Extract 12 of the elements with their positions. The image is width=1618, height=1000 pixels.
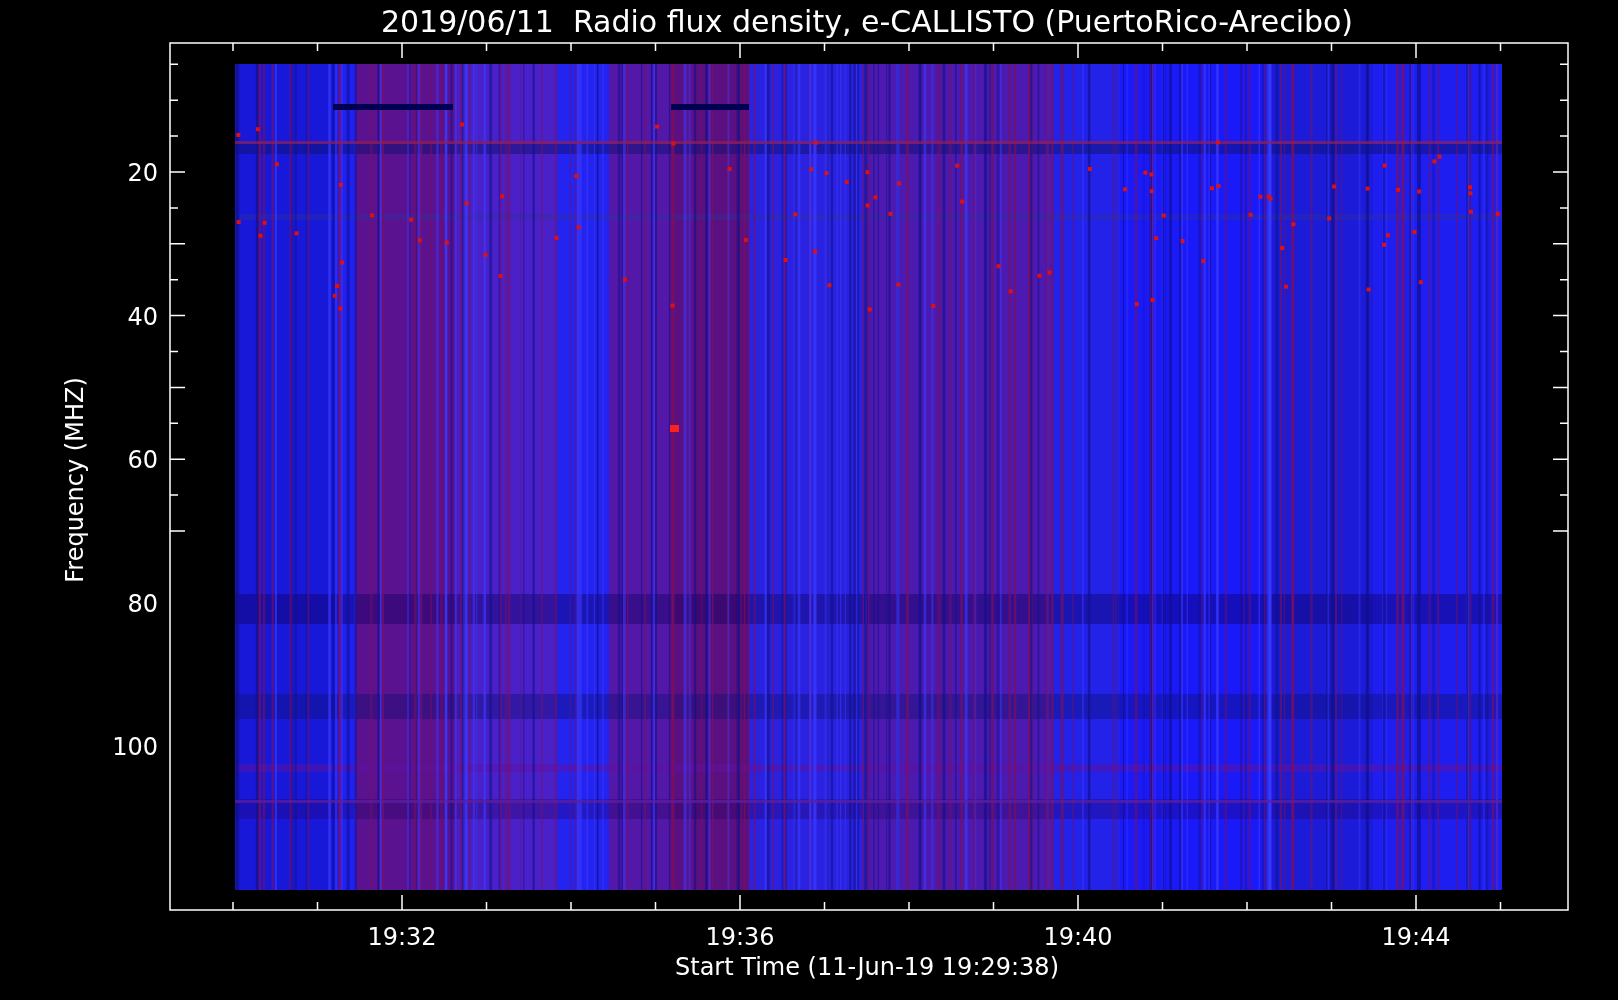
y-tick-label: 80 <box>127 590 158 618</box>
x-axis-label: Start Time (11-Jun-19 19:29:38) <box>675 953 1059 981</box>
y-tick-label: 40 <box>127 303 158 331</box>
y-axis-label: Frequency (MHZ) <box>61 377 89 583</box>
x-tick-label: 19:36 <box>705 923 775 951</box>
y-tick-label: 100 <box>112 733 158 761</box>
y-tick-label: 60 <box>127 446 158 474</box>
x-tick-label: 19:44 <box>1381 923 1451 951</box>
chart-title: 2019/06/11 Radio flux density, e-CALLISTO (PuertoRico-Arecibo) <box>380 4 1354 39</box>
y-tick-label: 20 <box>127 159 158 187</box>
x-tick-label: 19:32 <box>367 923 437 951</box>
x-tick-label: 19:40 <box>1043 923 1113 951</box>
